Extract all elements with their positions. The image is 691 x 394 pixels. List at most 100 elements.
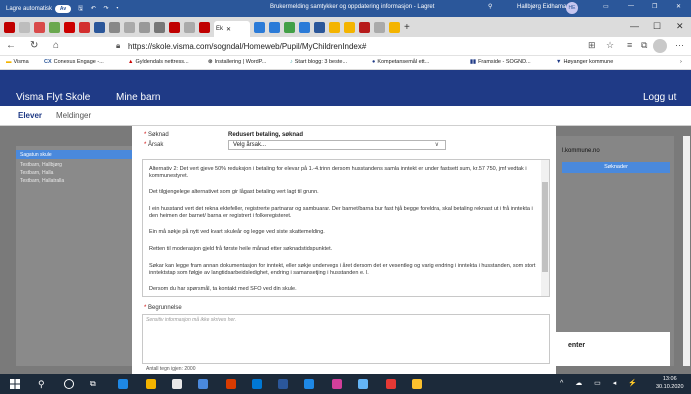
chevron-right-icon[interactable]: › bbox=[680, 59, 682, 65]
minimize-icon[interactable]: — bbox=[628, 3, 634, 9]
cortana-icon[interactable] bbox=[64, 379, 74, 389]
close-icon[interactable]: ✕ bbox=[676, 3, 681, 10]
favorite-blog[interactable]: ♪ Start blogg: 3 beste... bbox=[290, 59, 347, 65]
more-icon[interactable]: ⋯ bbox=[675, 40, 684, 51]
tab-active[interactable]: Ek ✕ bbox=[214, 21, 250, 37]
app-title[interactable]: Visma Flyt Skole bbox=[16, 92, 90, 103]
favorite-gyldendal[interactable]: ▲ Gyldendals nettress... bbox=[128, 59, 189, 65]
info-paragraph: Alternativ 2: Det vert gjeve 50% reduksj… bbox=[149, 166, 527, 179]
app-icon[interactable] bbox=[412, 379, 422, 389]
tab-icon[interactable] bbox=[184, 21, 195, 33]
clock[interactable]: 13:06 30.10.2020 bbox=[656, 376, 684, 391]
arsak-select[interactable]: Velg årsak... ∨ bbox=[228, 140, 446, 150]
tab-icon[interactable] bbox=[94, 21, 105, 33]
sidebar-item[interactable]: Testbarn, Hallbjørg bbox=[20, 162, 62, 168]
sidebar-item[interactable]: Testbarn, Hallatralla bbox=[20, 178, 64, 184]
store-icon[interactable] bbox=[172, 379, 182, 389]
logout-link[interactable]: Logg ut bbox=[643, 92, 676, 103]
tab-meldinger[interactable]: Meldinger bbox=[56, 111, 91, 120]
app-icon[interactable] bbox=[304, 379, 314, 389]
quick-access-toolbar[interactable]: 🖫 ↶ ↷ ▾ bbox=[78, 4, 121, 14]
outlook-icon[interactable] bbox=[252, 379, 262, 389]
favorite-hoyanger[interactable]: ▼ Høyanger kommune bbox=[556, 59, 613, 65]
autosave-toggle[interactable]: Av bbox=[55, 4, 72, 13]
arsak-label: * Årsak bbox=[144, 142, 164, 148]
profile-avatar[interactable] bbox=[653, 39, 667, 53]
task-view-icon[interactable]: ⧉ bbox=[90, 379, 100, 389]
tab-icon[interactable] bbox=[34, 21, 45, 33]
tab-icon[interactable] bbox=[169, 21, 180, 33]
tab-icon[interactable] bbox=[199, 21, 210, 33]
back-icon[interactable]: ← bbox=[6, 40, 16, 51]
tab-icon[interactable] bbox=[254, 21, 265, 33]
favorite-star-icon[interactable]: ☆ bbox=[606, 40, 614, 51]
home-icon[interactable]: ⌂ bbox=[53, 40, 59, 51]
ribbon-display-icon[interactable]: ▭ bbox=[603, 3, 609, 10]
file-explorer-icon[interactable] bbox=[146, 379, 156, 389]
collections-icon[interactable]: ⧉ bbox=[641, 40, 647, 51]
lock-icon[interactable]: 🔒︎ bbox=[116, 41, 120, 51]
tab-icon[interactable] bbox=[109, 21, 120, 33]
favorite-wordpress[interactable]: ⊛ Installering | WordP... bbox=[208, 59, 266, 65]
app-icon[interactable] bbox=[198, 379, 208, 389]
refresh-icon[interactable]: ↻ bbox=[30, 40, 38, 51]
sidebar-item[interactable]: Testbarn, Halla bbox=[20, 170, 53, 176]
system-tray-icons[interactable]: ^ ☁ ▭ ◂ ⚡ bbox=[560, 379, 642, 387]
search-icon[interactable]: ⚲ bbox=[488, 3, 492, 10]
nav-mine-barn[interactable]: Mine barn bbox=[116, 92, 160, 103]
info-textbox: Alternativ 2: Det vert gjeve 50% reduksj… bbox=[142, 159, 550, 297]
begrunnelse-textarea[interactable]: Sensitiv informasjon må ikke skrives her… bbox=[142, 314, 550, 364]
tab-icon[interactable] bbox=[64, 21, 75, 33]
browser-tab-bar: Ek ✕ + — ☐ ✕ bbox=[0, 17, 691, 37]
tab-icon[interactable] bbox=[79, 21, 90, 33]
tab-icon[interactable] bbox=[139, 21, 150, 33]
favorite-framside[interactable]: ▮▮ Framside - SOGND... bbox=[470, 59, 531, 65]
new-tab-icon[interactable]: + bbox=[404, 22, 410, 33]
edge-icon[interactable] bbox=[118, 379, 128, 389]
tab-icon[interactable] bbox=[329, 21, 340, 33]
visma-header: Visma Flyt Skole Mine barn Logg ut bbox=[0, 90, 691, 106]
search-icon[interactable]: ⚲ bbox=[38, 379, 48, 389]
tab-icon[interactable] bbox=[124, 21, 135, 33]
favorites-list-icon[interactable]: ≡ bbox=[627, 40, 632, 50]
favorite-conexus[interactable]: CX Conexus Engage -... bbox=[44, 59, 104, 65]
sidebar-item-school[interactable]: Sagatun skule bbox=[16, 150, 132, 159]
tab-icon[interactable] bbox=[154, 21, 165, 33]
address-bar: ← ↻ ⌂ 🔒︎ https://skole.visma.com/sogndal… bbox=[0, 37, 691, 56]
lower-heading: enter bbox=[568, 342, 586, 349]
close-icon[interactable]: ✕ bbox=[676, 21, 684, 32]
read-aloud-icon[interactable]: ⊞ bbox=[588, 40, 596, 51]
office-icon[interactable] bbox=[226, 379, 236, 389]
tab-icon[interactable] bbox=[19, 21, 30, 33]
url-field[interactable]: https://skole.visma.com/sogndal/Homeweb/… bbox=[128, 42, 366, 51]
app-icon[interactable] bbox=[358, 379, 368, 389]
onenote-icon[interactable] bbox=[332, 379, 342, 389]
active-tab-label: Ek bbox=[216, 26, 224, 32]
tab-icon[interactable] bbox=[359, 21, 370, 33]
info-scrollbar[interactable] bbox=[541, 160, 549, 296]
tab-icon[interactable] bbox=[299, 21, 310, 33]
tab-icon[interactable] bbox=[4, 21, 15, 33]
info-paragraph: Retten til moderasjon gjeld frå første h… bbox=[149, 246, 333, 252]
page-scrollbar[interactable] bbox=[683, 136, 690, 366]
soknader-button[interactable]: Søknader bbox=[562, 162, 670, 173]
tab-elever[interactable]: Elever bbox=[18, 111, 42, 120]
favorite-kompetanse[interactable]: ● Kompetansemål ett... bbox=[372, 59, 429, 65]
tab-icon[interactable] bbox=[389, 21, 400, 33]
windows-start-icon[interactable] bbox=[10, 379, 20, 389]
tab-icon[interactable] bbox=[314, 21, 325, 33]
app-icon[interactable] bbox=[386, 379, 396, 389]
favorite-visma[interactable]: ▬ Visma bbox=[6, 59, 29, 65]
tab-icon[interactable] bbox=[269, 21, 280, 33]
word-icon[interactable] bbox=[278, 379, 288, 389]
close-icon[interactable]: ✕ bbox=[226, 26, 231, 33]
tab-icon[interactable] bbox=[344, 21, 355, 33]
minimize-icon[interactable]: — bbox=[630, 21, 639, 31]
avatar[interactable]: HE bbox=[566, 2, 578, 14]
tab-icon[interactable] bbox=[374, 21, 385, 33]
restore-icon[interactable]: ❐ bbox=[652, 3, 657, 10]
restore-icon[interactable]: ☐ bbox=[653, 21, 661, 32]
scroll-thumb[interactable] bbox=[542, 182, 548, 272]
tab-icon[interactable] bbox=[49, 21, 60, 33]
tab-icon[interactable] bbox=[284, 21, 295, 33]
